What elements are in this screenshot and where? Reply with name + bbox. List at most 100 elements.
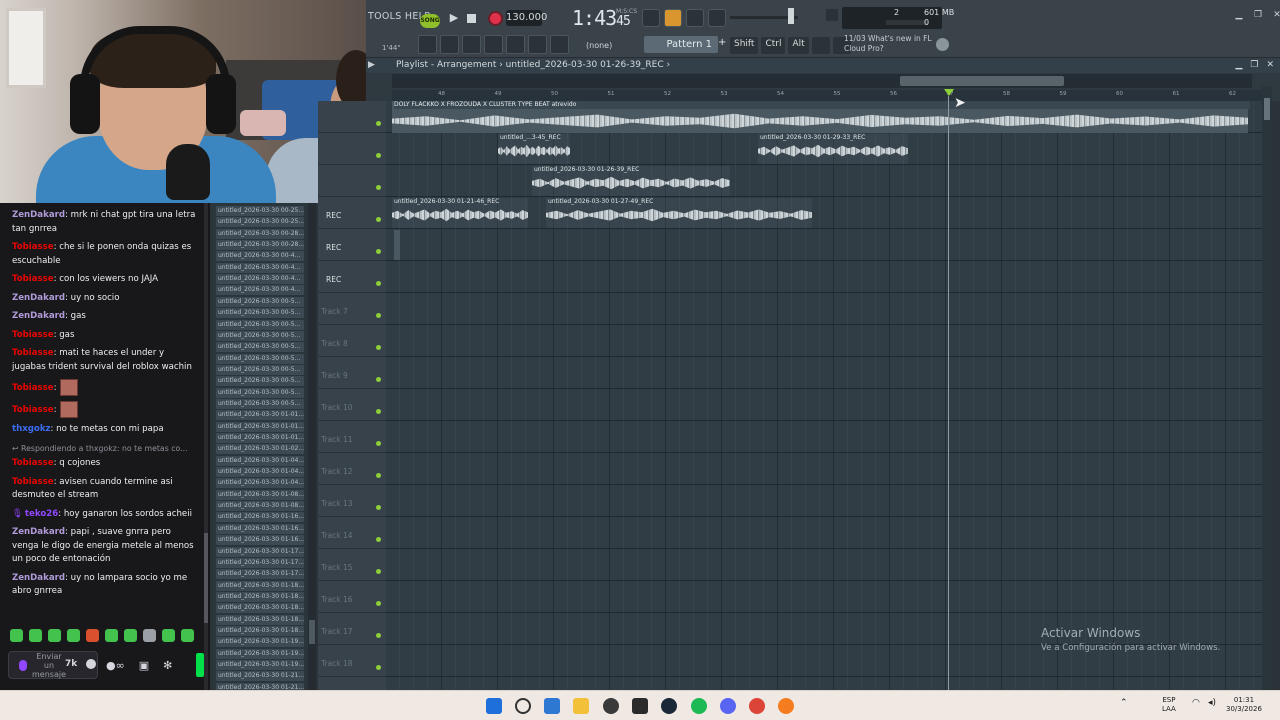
chat-message[interactable]: thxgokz: no te metas con mi papa [0, 421, 204, 440]
picker-clip-item[interactable]: untitled_2026-03-30 01-19... [216, 660, 304, 670]
track-header[interactable]: REC [318, 229, 386, 261]
picker-clip-item[interactable]: untitled_2026-03-30 01-18... [216, 603, 304, 614]
chat-username[interactable]: teko26 [25, 509, 58, 519]
picker-clip-item[interactable]: untitled_2026-03-30 00-5... [216, 353, 304, 364]
chat-message[interactable]: 🎙 teko26: hoy ganaron los sordos acheii [0, 506, 204, 525]
picker-clip-item[interactable]: untitled_2026-03-30 01-08... [216, 489, 304, 500]
chat-username[interactable]: Tobiasse [12, 405, 54, 415]
picker-clip-item[interactable]: untitled_2026-03-30 00-4... [216, 285, 304, 296]
track-header[interactable] [318, 101, 386, 133]
chat-message[interactable]: Tobiasse: avisen cuando termine asi desm… [0, 474, 204, 506]
picker-clip-item[interactable]: untitled_2026-03-30 01-04... [216, 467, 304, 478]
emoji-icon[interactable] [86, 659, 96, 669]
track-header[interactable]: REC [318, 261, 386, 293]
picker-clip-item[interactable]: untitled_2026-03-30 00-25... [216, 217, 304, 228]
wifi-icon[interactable]: ◠ [1192, 699, 1200, 708]
track-mute-indicator[interactable] [376, 505, 381, 510]
chat-message[interactable]: ZenDakard: gas [0, 308, 204, 327]
track-header[interactable]: Track 8 [318, 325, 386, 357]
metronome-icon[interactable] [708, 9, 726, 27]
chat-scrollbar[interactable] [204, 203, 208, 690]
picker-clip-item[interactable]: untitled_2026-03-30 00-5... [216, 330, 304, 341]
discord-icon[interactable] [720, 698, 736, 714]
picker-clip-item[interactable]: untitled_2026-03-30 01-01... [216, 433, 304, 443]
clip-recording[interactable]: untitled_2026-03-30 01-26-39_REC [532, 166, 730, 196]
chat-username[interactable]: Tobiasse [12, 458, 54, 468]
picker-clip-item[interactable]: untitled_2026-03-30 00-5... [216, 376, 304, 387]
search-icon[interactable] [515, 698, 531, 714]
picker-clip-item[interactable]: untitled_2026-03-30 01-17... [216, 546, 304, 557]
shift-key[interactable]: Shift [730, 37, 759, 54]
start-icon[interactable] [486, 698, 502, 714]
ctrl-key[interactable]: Ctrl [761, 37, 786, 54]
picker-clip-item[interactable]: untitled_2026-03-30 01-17... [216, 569, 304, 580]
clip-recording[interactable]: untitled_2026-03-30 01-27-49_REC [546, 198, 812, 228]
system-clock[interactable]: 01:31 30/3/2026 [1226, 696, 1262, 714]
epic-games-icon[interactable] [632, 698, 648, 714]
picker-clip-item[interactable]: untitled_2026-03-30 01-04... [216, 455, 304, 466]
chat-scroll-thumb[interactable] [204, 533, 208, 623]
picker-clip-item[interactable]: untitled_2026-03-30 01-21... [216, 682, 304, 690]
chrome-icon[interactable] [749, 698, 765, 714]
arrow-icon[interactable] [528, 35, 547, 54]
track-mute-indicator[interactable] [376, 121, 381, 126]
browser-icon[interactable] [462, 35, 481, 54]
clip-recording-stub[interactable] [394, 230, 400, 260]
track-header[interactable]: Track 7 [318, 293, 386, 325]
track-header[interactable]: Track 14 [318, 517, 386, 549]
playlist-icon[interactable] [418, 35, 437, 54]
emote-icon[interactable] [86, 629, 99, 642]
chat-username[interactable]: Tobiasse [12, 477, 54, 487]
picker-clip-item[interactable]: untitled_2026-03-30 00-4... [216, 274, 304, 285]
gift-icon[interactable]: ▣ [139, 659, 149, 672]
tempo-display[interactable]: 130.000 [506, 10, 547, 26]
picker-clip-item[interactable]: untitled_2026-03-30 01-19... [216, 648, 304, 659]
chat-username[interactable]: Tobiasse [12, 242, 54, 252]
clip-recording[interactable]: untitled_2026-03-30 01-29-33_REC [758, 134, 908, 164]
track-mute-indicator[interactable] [376, 153, 381, 158]
track-mute-indicator[interactable] [376, 665, 381, 670]
steam-icon[interactable] [661, 698, 677, 714]
microphone-icon[interactable] [19, 660, 27, 671]
chat-username[interactable]: ZenDakard [12, 210, 65, 220]
track-header[interactable]: Track 17 [318, 613, 386, 645]
track-header[interactable]: Track 9 [318, 357, 386, 389]
picker-clip-item[interactable]: untitled_2026-03-30 01-08... [216, 501, 304, 512]
track-header[interactable]: Track 10 [318, 389, 386, 421]
playlist-vertical-thumb[interactable] [1264, 98, 1270, 120]
restore-icon[interactable]: ❐ [1253, 10, 1263, 20]
chat-message[interactable]: ZenDakard: uy no socio [0, 290, 204, 309]
picker-scrollbar[interactable] [308, 203, 316, 690]
picker-clip-item[interactable]: untitled_2026-03-30 01-18... [216, 580, 304, 591]
emote-bar[interactable] [10, 629, 200, 647]
chat-username[interactable]: Tobiasse [12, 348, 54, 358]
chat-reply-note[interactable]: ↩ Respondiendo a thxgokz: no te metas co… [0, 440, 204, 456]
pattern-selector[interactable]: Pattern 1 [644, 36, 718, 53]
stop-button[interactable] [467, 14, 476, 23]
picker-clip-item[interactable]: untitled_2026-03-30 01-01... [216, 421, 304, 432]
bits-icon[interactable]: ●∞ [106, 659, 125, 672]
picker-clip-item[interactable]: untitled_2026-03-30 01-04... [216, 478, 304, 489]
picker-clip-item[interactable]: untitled_2026-03-30 01-18... [216, 625, 304, 636]
piano-roll-icon[interactable] [440, 35, 459, 54]
track-mute-indicator[interactable] [376, 633, 381, 638]
picker-scroll-thumb[interactable] [309, 620, 315, 644]
picker-clip-item[interactable]: untitled_2026-03-30 00-5... [216, 342, 304, 353]
picker-clip-item[interactable]: untitled_2026-03-30 01-18... [216, 614, 304, 625]
news-panel[interactable]: 11/03 What's new in FL Cloud Pro? [844, 34, 932, 53]
chat-username[interactable]: ZenDakard [12, 293, 65, 303]
snap-selector[interactable]: (none) [578, 39, 628, 52]
picker-clip-item[interactable]: untitled_2026-03-30 01-17... [216, 557, 304, 568]
chat-message[interactable]: Tobiasse: [0, 399, 204, 421]
picker-clip-item[interactable]: untitled_2026-03-30 01-01... [216, 410, 304, 421]
store-icon[interactable] [544, 698, 560, 714]
chat-message[interactable]: Tobiasse: che si le ponen onda quizas es… [0, 239, 204, 271]
track-mute-indicator[interactable] [376, 281, 381, 286]
emote-icon[interactable] [162, 629, 175, 642]
add-pattern-button[interactable]: + [718, 37, 728, 52]
close-icon[interactable]: ✕ [1266, 58, 1274, 73]
chat-message[interactable]: Tobiasse: mati te haces el under y jugab… [0, 345, 204, 377]
timeline-ruler[interactable] [392, 90, 1262, 101]
picker-clip-item[interactable]: untitled_2026-03-30 01-16... [216, 523, 304, 534]
playlist-grid[interactable]: DOLY FLACKKO X FROZOUDA X CLUSTER TYPE B… [386, 101, 1262, 690]
